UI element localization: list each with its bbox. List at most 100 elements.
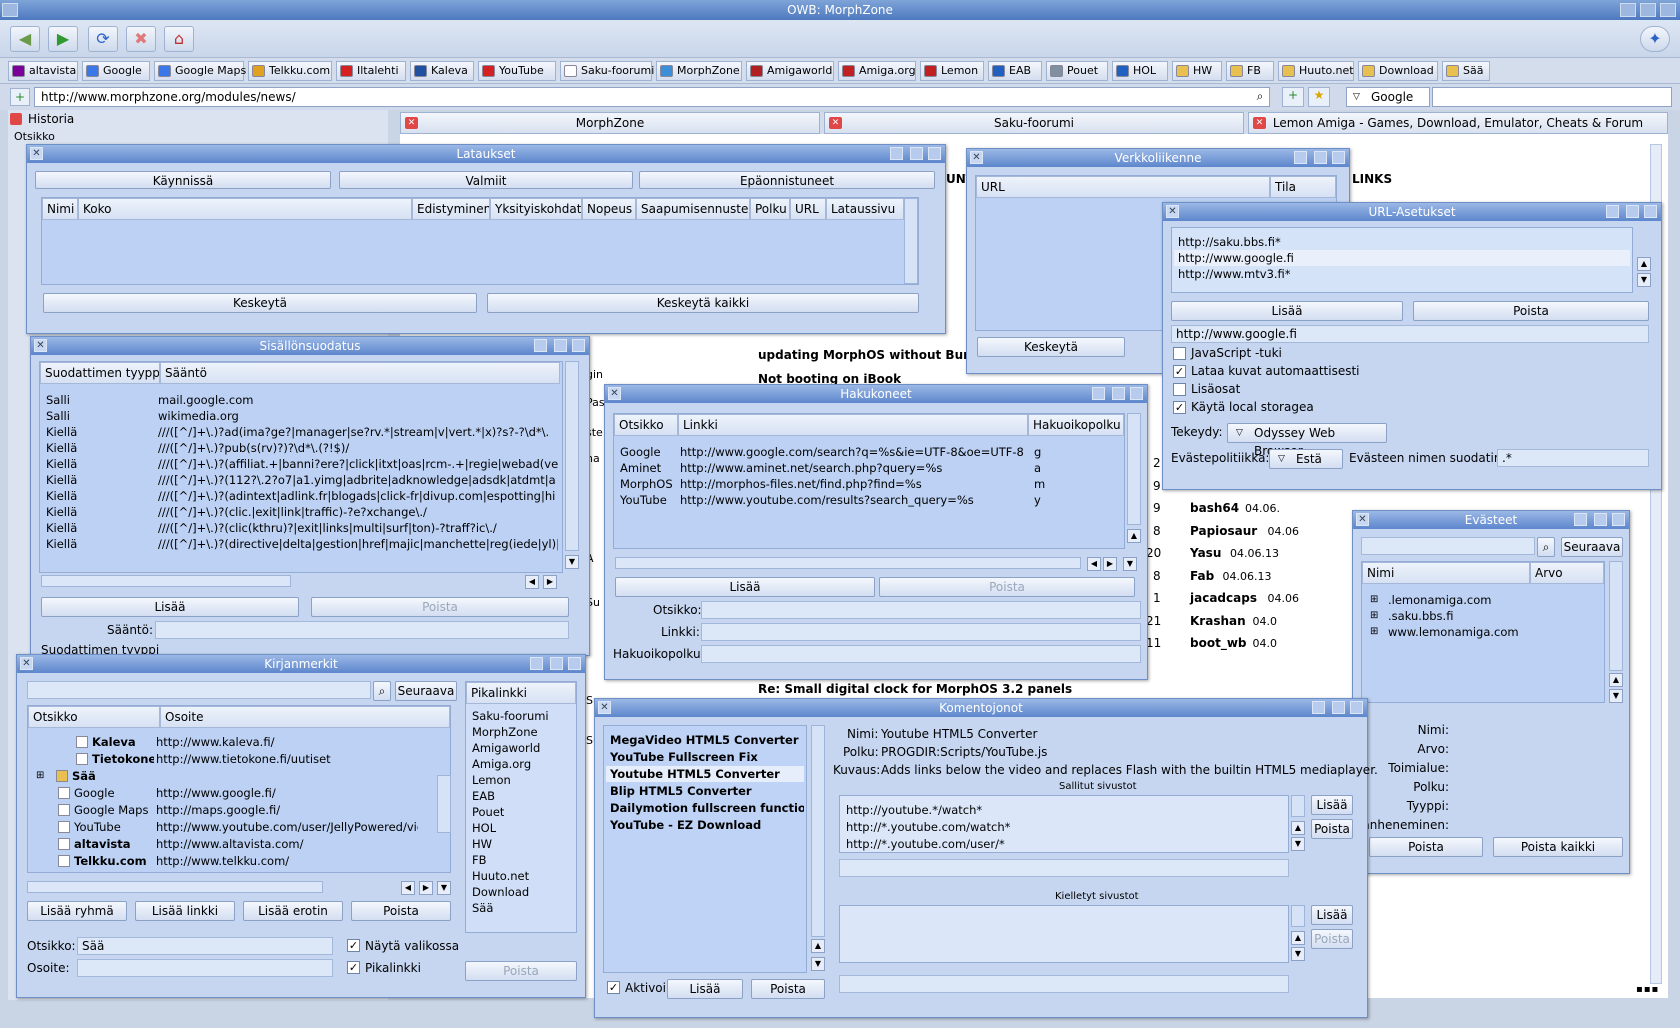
zoom-icon[interactable] [1332, 701, 1345, 714]
close-icon[interactable]: ✕ [34, 339, 47, 352]
search-icon[interactable]: ⌕ [1537, 537, 1555, 557]
bookmark-7[interactable]: Saku-foorumi [560, 61, 654, 81]
bookmark-10[interactable]: Amiga.org [838, 61, 916, 81]
close-icon[interactable]: ✕ [970, 151, 983, 164]
forum-user[interactable]: boot_wb [1190, 636, 1247, 650]
column-header[interactable]: URL [790, 198, 826, 220]
scrollbar[interactable] [811, 725, 825, 937]
column-header[interactable]: Otsikko [28, 706, 160, 728]
list-item[interactable]: http://saku.bbs.fi* [1178, 234, 1281, 250]
forum-user[interactable]: Yasu [1190, 546, 1221, 560]
scrollbar[interactable] [437, 775, 451, 833]
bookmark-2[interactable]: Google Maps [154, 61, 246, 81]
add-button[interactable]: Lisää [41, 597, 299, 617]
scroll-down-icon[interactable]: ▼ [1291, 947, 1305, 961]
scroll-left-icon[interactable]: ◀ [525, 575, 539, 589]
stop-icon[interactable]: ✖ [126, 26, 156, 52]
iconify-icon[interactable] [1312, 701, 1325, 714]
next-button[interactable]: Seuraava [395, 681, 457, 701]
quicklink-item[interactable]: FB [472, 852, 487, 868]
filter-rule[interactable]: ///([^/]+\.)?(affiliat.+|banni?ere?|clic… [158, 456, 558, 472]
scrollbar[interactable] [1291, 795, 1305, 817]
zoom-icon[interactable] [910, 147, 923, 160]
grid-icon[interactable]: ▪▪▪ [1636, 984, 1666, 996]
scroll-down-icon[interactable]: ▼ [1609, 689, 1623, 703]
quicklinks-list[interactable]: Pikalinkki Saku-foorumi MorphZone Amigawor… [465, 681, 577, 933]
identify-select[interactable]: ▽ Odyssey Web Browser [1227, 423, 1387, 458]
activate-checkbox[interactable]: ✓ [607, 981, 620, 994]
list-item[interactable]: http://www.google.fi [1174, 250, 1630, 266]
filter-rule[interactable]: ///([^/]+\.)?(directive|delta|gestion|hr… [158, 536, 558, 552]
zoom-icon[interactable] [554, 339, 567, 352]
depth-button[interactable] [1660, 3, 1676, 17]
add-separator-button[interactable]: Lisää erotin [243, 901, 343, 921]
option-checkbox[interactable] [1173, 383, 1186, 396]
remove-button[interactable]: Poista [1369, 837, 1483, 857]
expand-icon[interactable]: ⊞ [1370, 592, 1378, 608]
column-header[interactable]: Nopeus [582, 198, 636, 220]
scroll-up-icon[interactable]: ▲ [1637, 257, 1651, 271]
depth-icon[interactable] [568, 657, 581, 670]
close-icon[interactable]: ✕ [30, 147, 43, 160]
pause-button[interactable]: Keskeytä [977, 337, 1125, 357]
script-item[interactable]: YouTube Fullscreen Fix [606, 749, 804, 765]
depth-icon[interactable] [1332, 151, 1345, 164]
list-item[interactable]: http://www.mtv3.fi* [1178, 266, 1291, 282]
filter-rule[interactable]: ///([^/]+\.)?ad(ima?ge?|manager|se?rv.*|… [158, 424, 558, 440]
iconify-icon[interactable] [530, 657, 543, 670]
script-item[interactable]: MegaVideo HTML5 Converter [606, 732, 804, 748]
iconify-icon[interactable] [1574, 513, 1587, 526]
forum-user[interactable]: bash64 [1190, 501, 1239, 515]
iconify-icon[interactable] [1606, 205, 1619, 218]
back-icon[interactable]: ◀ [10, 26, 40, 52]
close-icon[interactable]: ✕ [608, 387, 621, 400]
pause-all-button[interactable]: Keskeytä kaikki [487, 293, 919, 313]
bookmark-8[interactable]: MorphZone [656, 61, 742, 81]
column-header[interactable]: Koko [78, 198, 412, 220]
cookie-filter-input[interactable]: .* [1497, 449, 1649, 467]
bookmark-1[interactable]: Google [82, 61, 150, 81]
show-in-menu-checkbox[interactable]: ✓ [347, 939, 360, 952]
search-engine-list[interactable]: Otsikko Linkki Hakuoikopolku Google http:… [613, 413, 1125, 549]
pause-button[interactable]: Keskeytä [43, 293, 477, 313]
column-header[interactable]: Osoite [160, 706, 450, 728]
engine-title[interactable]: MorphOS [620, 476, 673, 492]
quicklink-item[interactable]: Saku-foorumi [472, 708, 549, 724]
search-input[interactable] [1432, 87, 1672, 107]
add-button[interactable]: Lisää [1171, 301, 1403, 321]
scroll-up-icon[interactable]: ▲ [811, 939, 825, 953]
forum-user[interactable]: Papiosaur [1190, 524, 1257, 538]
add-denied-button[interactable]: Lisää [1311, 905, 1353, 925]
scroll-up-icon[interactable]: ▲ [1291, 821, 1305, 835]
scroll-left-icon[interactable]: ◀ [401, 881, 415, 895]
column-header[interactable]: Lataussivu [826, 198, 904, 220]
bookmark-6[interactable]: YouTube [478, 61, 556, 81]
cookie-tree[interactable]: Nimi Arvo ⊞ .lemonamiga.com ⊞ .saku.bbs.fi ⊞… [1361, 561, 1605, 703]
depth-icon[interactable] [1350, 701, 1363, 714]
depth-icon[interactable] [1644, 205, 1657, 218]
filter-rule[interactable]: wikimedia.org [158, 408, 558, 424]
home-icon[interactable]: ⌂ [164, 26, 194, 52]
bookmark-title[interactable]: Tietokone [92, 751, 154, 767]
bookmark-title[interactable]: YouTube [74, 819, 154, 835]
scrollbar[interactable] [565, 361, 579, 551]
scroll-down-icon[interactable]: ▼ [565, 555, 579, 569]
scroll-down-icon[interactable]: ▼ [811, 957, 825, 971]
filter-rule[interactable]: ///([^/]+\.)?pub(s(rv)?)?\d*\.(?!$)/ [158, 440, 558, 456]
tab-kaynnissa[interactable]: Käynnissä [35, 171, 331, 189]
bookmark-title[interactable]: altavista [74, 836, 154, 852]
reload-icon[interactable]: ⟳ [88, 26, 118, 52]
depth-icon[interactable] [1612, 513, 1625, 526]
cookie-domain[interactable]: www.lemonamiga.com [1388, 624, 1519, 640]
scroll-left-icon[interactable]: ◀ [1087, 557, 1101, 571]
scroll-up-icon[interactable]: ▲ [1127, 529, 1141, 543]
quicklink-item[interactable]: Lemon [472, 772, 511, 788]
bookmark-title[interactable]: Kaleva [92, 734, 154, 750]
denied-sites-list[interactable] [839, 905, 1289, 963]
column-header[interactable]: Tila [1270, 176, 1336, 198]
scrollbar[interactable] [1291, 905, 1305, 927]
column-header[interactable]: Otsikko [614, 414, 678, 436]
search-icon[interactable]: ⌕ [373, 681, 391, 701]
iconify-icon[interactable] [534, 339, 547, 352]
scrollbar[interactable] [1127, 413, 1141, 525]
